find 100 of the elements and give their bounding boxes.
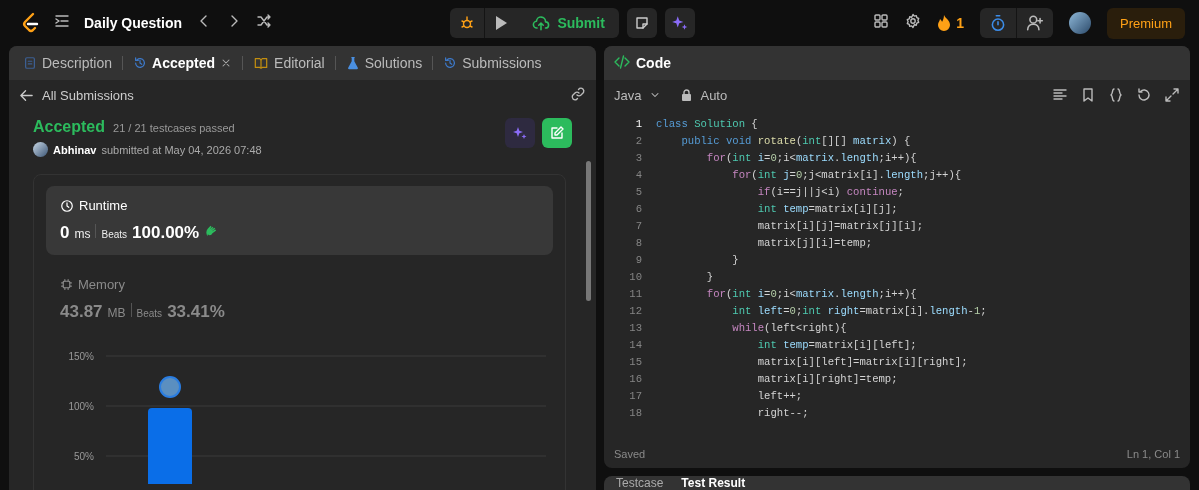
beats-label: Beats: [136, 308, 163, 319]
edit-button[interactable]: [542, 118, 572, 148]
line-number: 4: [634, 168, 643, 181]
panel-tab[interactable]: Description: [19, 55, 117, 71]
code-line: int left=0;int right=matrix[i].length-1;: [731, 304, 987, 317]
back-arrow-icon[interactable]: [19, 87, 34, 103]
fire-icon: [937, 14, 952, 32]
code-line: }: [731, 253, 739, 266]
stat-label: Runtime: [79, 198, 128, 213]
submission-time: submitted at May 04, 2026 07:48: [101, 143, 262, 156]
code-line: if(i==j||j<i) continue;: [756, 185, 904, 198]
code-icon: [614, 53, 630, 70]
line-number: 15: [628, 355, 643, 368]
sparkle-icon[interactable]: [670, 14, 689, 32]
line-number: 11: [628, 287, 643, 300]
line-number: 10: [628, 270, 643, 283]
panel-tab[interactable]: Test Result: [681, 476, 746, 490]
line-number: 14: [628, 338, 643, 351]
shuffle-icon[interactable]: [256, 13, 273, 29]
submission-status: Accepted: [33, 118, 106, 135]
code-line: while(left<right){: [731, 321, 847, 334]
reset-icon[interactable]: [1136, 87, 1152, 103]
stat-unit: MB: [107, 306, 126, 320]
beats-percent: 100.00%: [132, 223, 200, 243]
code-line: }: [705, 270, 714, 283]
line-number: 2: [634, 134, 643, 147]
line-number: 6: [634, 202, 643, 215]
book-icon: [253, 56, 270, 70]
language-selector[interactable]: Java: [614, 87, 642, 103]
sparkle-icon: [512, 125, 528, 141]
username[interactable]: Abhinav: [53, 143, 97, 156]
stat-value: 43.87: [60, 302, 103, 322]
code-line: class Solution {: [656, 117, 758, 130]
premium-button[interactable]: Premium: [1106, 7, 1185, 39]
code-line: matrix[i][j]=matrix[j][i];: [756, 219, 923, 232]
line-number: 13: [628, 321, 643, 334]
panel-tab[interactable]: Editorial: [249, 55, 329, 71]
code-line: matrix[j][i]=temp;: [756, 236, 873, 249]
save-status: Saved: [614, 448, 646, 460]
link-icon[interactable]: [570, 85, 586, 102]
code-line: matrix[i][right]=temp;: [756, 372, 898, 385]
testcases-passed: 21 / 21 testcases passed: [113, 122, 235, 134]
logo-icon[interactable]: [20, 12, 40, 34]
stat-label: Memory: [78, 277, 125, 292]
all-submissions-link[interactable]: All Submissions: [42, 87, 134, 103]
history-icon: [133, 56, 148, 70]
ai-analyze-button[interactable]: [505, 118, 535, 148]
panel-tab[interactable]: Testcase: [616, 476, 664, 490]
line-number: 9: [634, 253, 643, 266]
edit-icon: [549, 125, 565, 141]
stat-value: 0: [60, 223, 70, 243]
format-icon[interactable]: [1052, 87, 1068, 103]
clock-icon: [60, 198, 74, 213]
cursor-position: Ln 1, Col 1: [1126, 448, 1180, 460]
y-tick-label: 50%: [74, 451, 94, 462]
code-line: for(int j=0;j<matrix[i].length;j++){: [731, 168, 962, 181]
line-number: 1: [634, 117, 643, 130]
code-line: public void rotate(int[][] matrix) {: [680, 134, 911, 147]
document-icon: [23, 56, 37, 70]
flask-icon: [345, 56, 360, 70]
panel-tab[interactable]: Submissions: [439, 55, 546, 71]
braces-icon[interactable]: [1108, 87, 1124, 103]
cloud-upload-icon: [531, 14, 552, 32]
mode-label[interactable]: Auto: [700, 87, 728, 103]
run-icon[interactable]: [494, 15, 509, 31]
code-line: for(int i=0;i<matrix.length;i++){: [705, 151, 917, 164]
runtime-stat-panel[interactable]: Runtime 0 ms Beats 100.00%: [46, 186, 553, 255]
history-icon: [443, 56, 458, 70]
bookmark-icon[interactable]: [1080, 87, 1096, 103]
settings-icon[interactable]: [905, 13, 922, 29]
line-number: 16: [628, 372, 643, 385]
problem-list-icon[interactable]: [54, 13, 70, 29]
line-number: 3: [634, 151, 643, 164]
line-number: 7: [634, 219, 643, 232]
line-number: 17: [628, 389, 643, 402]
line-number: 12: [628, 304, 643, 317]
line-number: 8: [634, 236, 643, 249]
expand-icon[interactable]: [1164, 87, 1180, 103]
panel-tab[interactable]: Accepted: [129, 54, 237, 72]
problem-list-title[interactable]: Daily Question: [84, 15, 183, 31]
code-line: int temp=matrix[i][j];: [756, 202, 898, 215]
code-panel-title: Code: [636, 55, 671, 71]
layout-icon[interactable]: [873, 13, 890, 29]
add-user-icon[interactable]: [1025, 14, 1044, 32]
code-line: matrix[i][left]=matrix[i][right];: [756, 355, 968, 368]
beats-label: Beats: [101, 229, 128, 240]
code-line: int temp=matrix[i][left];: [756, 338, 917, 351]
y-tick-label: 150%: [68, 351, 94, 362]
panel-tab[interactable]: Solutions: [341, 55, 427, 71]
lock-icon: [681, 89, 693, 101]
line-number: 18: [628, 406, 643, 419]
memory-stat-panel[interactable]: Memory 43.87 MB Beats 33.41%: [46, 265, 553, 334]
streak-count[interactable]: 1: [956, 15, 964, 31]
note-icon[interactable]: [633, 15, 650, 31]
avatar[interactable]: [1068, 12, 1091, 34]
stat-unit: ms: [74, 227, 91, 241]
line-number: 5: [634, 185, 643, 198]
code-line: left++;: [756, 389, 803, 402]
user-avatar-marker: [159, 376, 181, 398]
beats-percent: 33.41%: [167, 302, 225, 322]
